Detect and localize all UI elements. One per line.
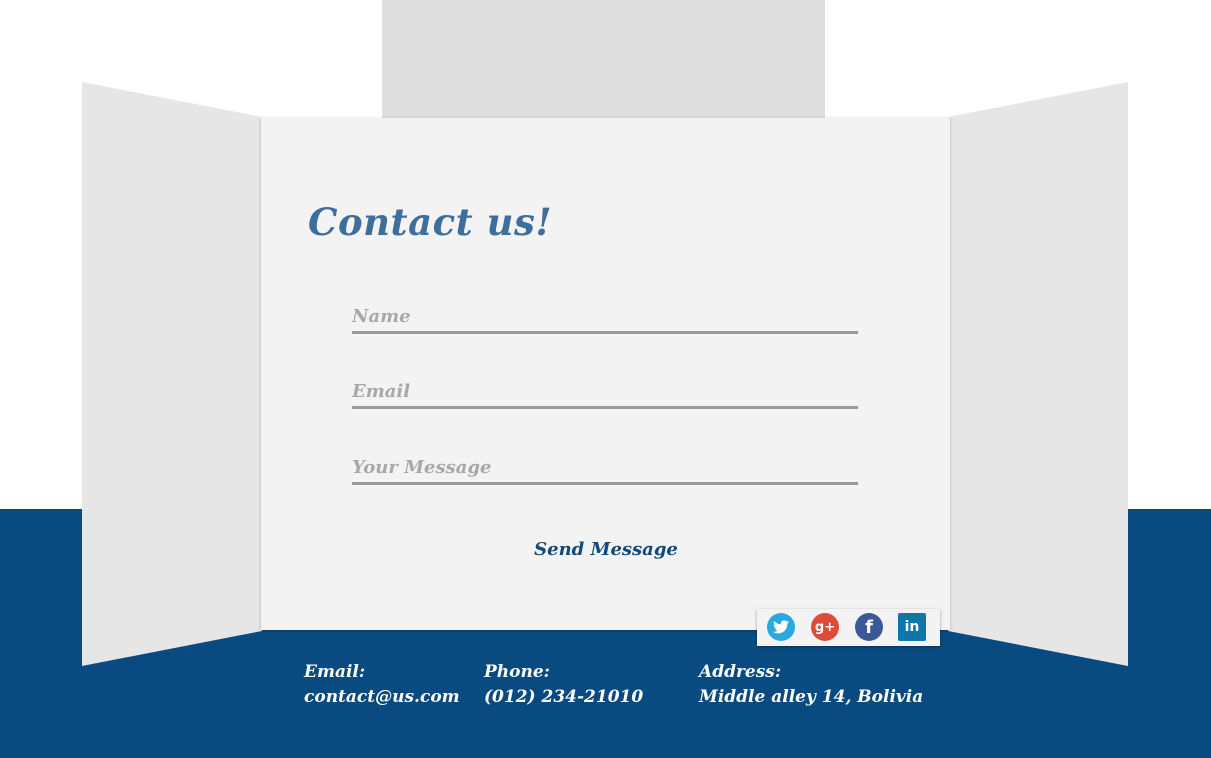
name-field-wrapper [352, 306, 858, 334]
phone-value: (012) 234-21010 [484, 687, 644, 707]
header-block [382, 0, 825, 118]
google-plus-icon[interactable]: g+ [811, 613, 839, 641]
email-label: Email: [304, 662, 366, 682]
email-field[interactable] [352, 381, 858, 406]
right-panel [948, 82, 1128, 666]
send-message-button[interactable]: Send Message [506, 538, 706, 561]
social-bar: g+ f in [757, 609, 940, 646]
left-panel [82, 82, 262, 666]
message-field-wrapper [352, 457, 858, 485]
email-value[interactable]: contact@us.com [304, 685, 460, 710]
address-label: Address: [699, 662, 782, 682]
facebook-icon[interactable]: f [855, 613, 883, 641]
footer-email: Email: contact@us.com [304, 660, 460, 710]
footer-phone: Phone: (012) 234-21010 [484, 660, 643, 710]
message-field[interactable] [352, 457, 858, 482]
email-field-wrapper [352, 381, 858, 409]
address-value: Middle alley 14, Bolivia [699, 687, 924, 707]
footer-address: Address: Middle alley 14, Bolivia [699, 660, 923, 710]
twitter-icon[interactable] [767, 613, 795, 641]
contact-card: Contact us! Send Message [261, 118, 950, 630]
linkedin-icon[interactable]: in [898, 613, 926, 641]
page-title: Contact us! [308, 200, 553, 244]
name-field[interactable] [352, 306, 858, 331]
phone-label: Phone: [484, 662, 550, 682]
